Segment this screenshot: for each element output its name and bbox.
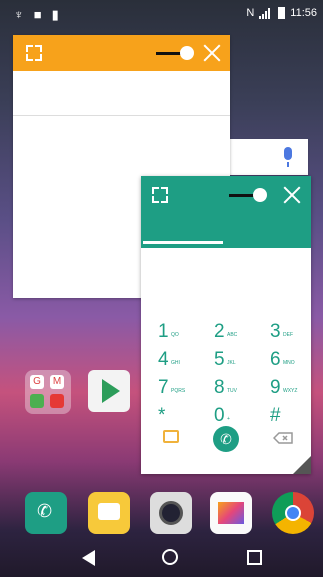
- clock: 11:56: [290, 7, 317, 19]
- search-widget[interactable]: [230, 139, 308, 175]
- resize-handle[interactable]: [293, 456, 311, 474]
- chrome-icon[interactable]: [272, 492, 314, 534]
- phone-icon[interactable]: ✆: [25, 492, 67, 534]
- call-button[interactable]: ✆: [213, 426, 239, 452]
- youtube-icon: [50, 394, 64, 408]
- window-content: [13, 71, 230, 116]
- dial-keypad: 1 QO 2 ABC 3 DEF 4 GHI 5 JKL 6 MNO 7 PQRS 8 TUV …: [141, 318, 311, 430]
- tab-indicator: [143, 241, 223, 244]
- close-icon[interactable]: [203, 44, 221, 62]
- backspace-icon[interactable]: [273, 432, 293, 444]
- google-icon: G: [30, 375, 44, 389]
- navigation-bar: [0, 540, 323, 577]
- battery-icon: [278, 7, 286, 19]
- key-1[interactable]: 1 QO: [158, 318, 198, 346]
- close-icon[interactable]: [283, 186, 301, 204]
- recents-button[interactable]: [244, 547, 266, 569]
- gmail-icon: M: [50, 375, 64, 389]
- key-2[interactable]: 2 ABC: [214, 318, 254, 346]
- key-9[interactable]: 9 WXYZ: [270, 374, 310, 402]
- usb-icon: ♆: [14, 7, 24, 22]
- dialer-tabs[interactable]: [141, 214, 311, 248]
- status-bar: ♆ ■ ▮ N 11:56: [0, 0, 323, 30]
- expand-icon[interactable]: [26, 45, 42, 61]
- key-7[interactable]: 7 PQRS: [158, 374, 198, 402]
- dialer-titlebar[interactable]: [141, 176, 311, 214]
- dialer-window[interactable]: 1 QO 2 ABC 3 DEF 4 GHI 5 JKL 6 MNO 7 PQRS 8 TUV …: [141, 176, 311, 474]
- back-button[interactable]: [78, 547, 100, 569]
- opacity-slider[interactable]: [156, 46, 194, 60]
- dialer-actions: ✆: [141, 426, 311, 452]
- key-6[interactable]: 6 MNO: [270, 346, 310, 374]
- key-4[interactable]: 4 GHI: [158, 346, 198, 374]
- opacity-slider[interactable]: [229, 188, 267, 202]
- signal-icon: [259, 7, 273, 19]
- sd-icon: ▮: [51, 7, 59, 22]
- mic-icon[interactable]: [284, 147, 292, 167]
- play-store-icon[interactable]: [88, 370, 130, 412]
- camera-icon[interactable]: [150, 492, 192, 534]
- dock: ✆: [0, 492, 323, 536]
- messages-icon[interactable]: [88, 492, 130, 534]
- key-8[interactable]: 8 TUV: [214, 374, 254, 402]
- expand-icon[interactable]: [152, 187, 168, 203]
- nfc-icon: N: [246, 7, 255, 19]
- key-3[interactable]: 3 DEF: [270, 318, 310, 346]
- gallery-icon[interactable]: [210, 492, 252, 534]
- window-titlebar[interactable]: [13, 35, 230, 71]
- home-button[interactable]: [160, 547, 182, 569]
- notification-icon: ■: [33, 7, 42, 22]
- app-folder[interactable]: G M: [25, 370, 71, 414]
- maps-icon: [30, 394, 44, 408]
- message-icon[interactable]: [163, 430, 179, 443]
- key-5[interactable]: 5 JKL: [214, 346, 254, 374]
